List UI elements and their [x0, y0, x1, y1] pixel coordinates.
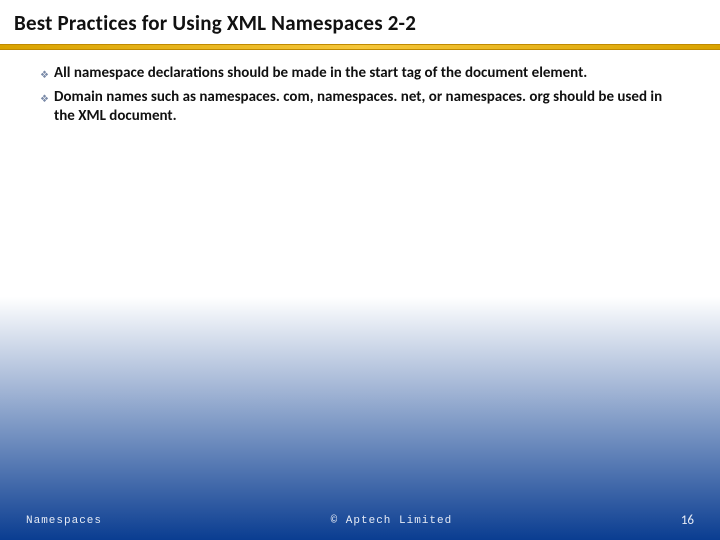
bullet-item: ❖ All namespace declarations should be m… — [40, 64, 680, 84]
diamond-bullet-icon: ❖ — [40, 68, 54, 82]
bullet-text: Domain names such as namespaces. com, na… — [54, 88, 680, 127]
slide-title: Best Practices for Using XML Namespaces … — [14, 10, 706, 36]
slide: Best Practices for Using XML Namespaces … — [0, 0, 720, 540]
footer: Namespaces © Aptech Limited 16 — [0, 513, 720, 528]
title-underline — [0, 44, 720, 50]
footer-topic: Namespaces — [26, 515, 102, 527]
diamond-bullet-icon: ❖ — [40, 92, 54, 106]
content-area: ❖ All namespace declarations should be m… — [40, 64, 680, 131]
footer-copyright: © Aptech Limited — [102, 515, 681, 527]
bullet-item: ❖ Domain names such as namespaces. com, … — [40, 88, 680, 127]
page-number: 16 — [681, 513, 694, 528]
title-bar: Best Practices for Using XML Namespaces … — [0, 0, 720, 50]
bullet-text: All namespace declarations should be mad… — [54, 64, 587, 84]
